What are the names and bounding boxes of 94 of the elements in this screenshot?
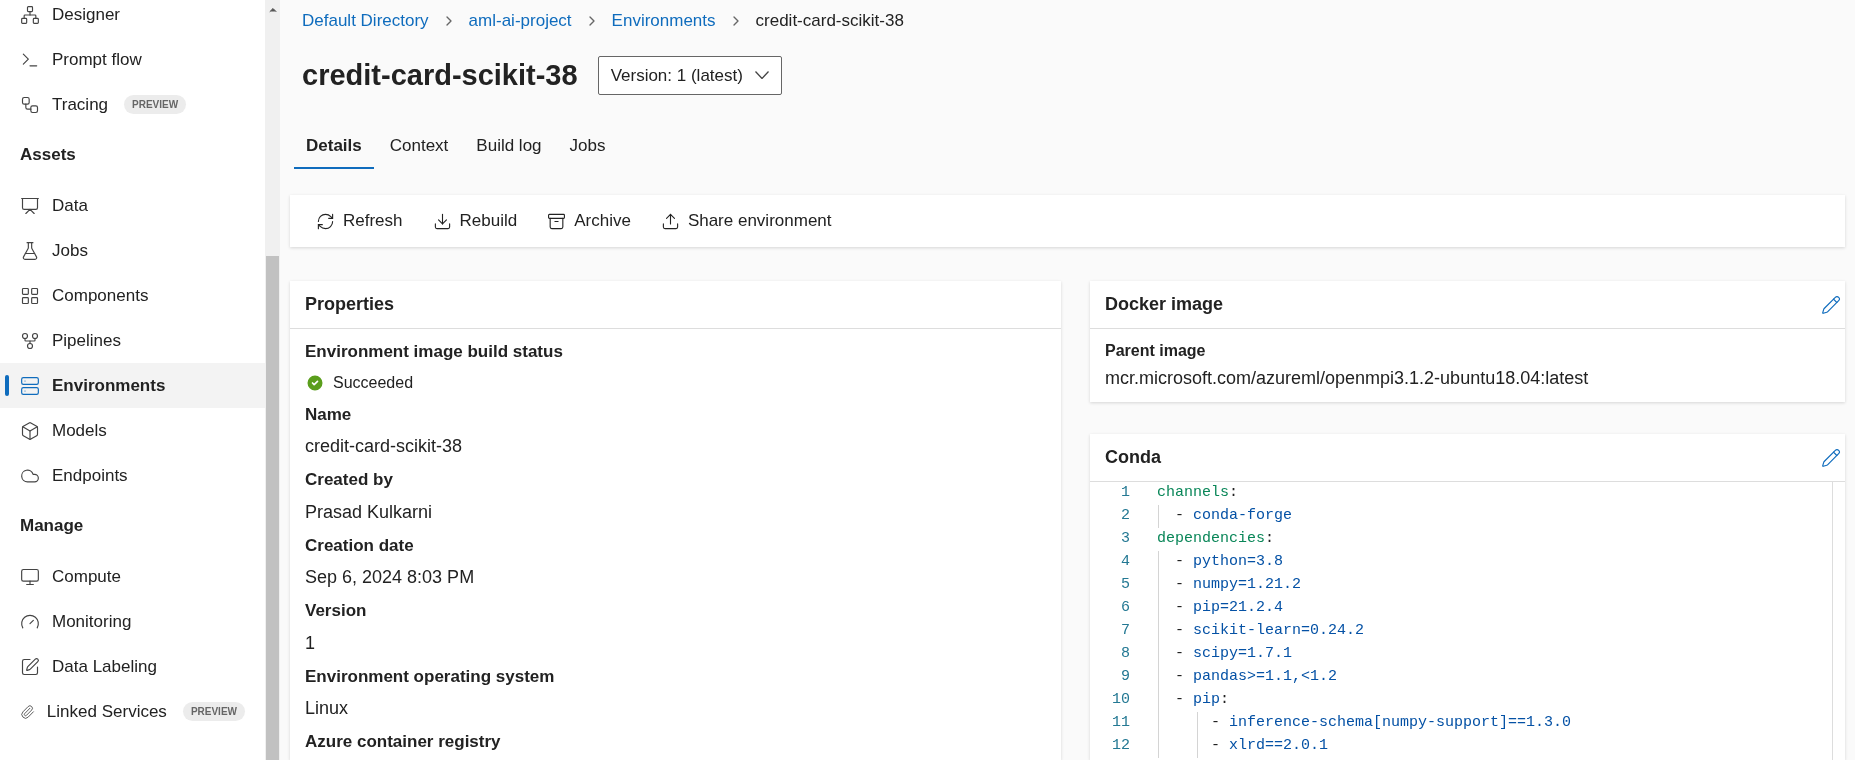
code-line: - numpy=1.21.2 <box>1174 575 1302 596</box>
tab[interactable]: Build log <box>464 125 554 169</box>
sidebar-item[interactable]: Models <box>0 408 265 453</box>
sidebar-item[interactable]: Monitoring <box>0 599 265 644</box>
download-icon <box>432 211 452 231</box>
sidebar-item[interactable]: Jobs <box>0 228 265 273</box>
line-number: 10 <box>1111 690 1130 711</box>
chevron-down-icon <box>754 71 769 80</box>
breadcrumb-link[interactable]: Environments <box>611 8 716 34</box>
sidebar-item[interactable]: Tracing PREVIEW <box>0 82 265 127</box>
server-icon <box>20 375 40 396</box>
line-number: 11 <box>1111 713 1130 734</box>
field-label: Environment image build status <box>305 341 564 363</box>
sidebar-item[interactable]: Designer <box>0 0 265 37</box>
toolbar-button[interactable]: Share environment <box>660 208 832 234</box>
refresh-icon <box>316 211 335 231</box>
code-line: - conda-forge <box>1174 506 1293 527</box>
code-line: - pandas>=1.1,<1.2 <box>1174 667 1338 688</box>
card-title: Properties <box>290 281 1061 329</box>
line-number: 4 <box>1120 552 1130 573</box>
tab[interactable]: Details <box>294 125 374 169</box>
sidebar-item[interactable]: Environments <box>0 363 265 408</box>
grid-icon <box>20 285 40 306</box>
field-label: Azure container registry <box>305 731 502 753</box>
code-line: - scikit-learn=0.24.2 <box>1174 621 1365 642</box>
field-value: mcr.microsoft.com/azureml/openmpi3.1.2-ubuntu18.04:latest <box>1105 367 1590 390</box>
code-line: - python=3.8 <box>1174 552 1284 573</box>
line-number: 1 <box>1120 483 1130 504</box>
tab[interactable]: Context <box>377 125 461 169</box>
line-number: 2 <box>1120 506 1130 527</box>
chart-board-icon <box>20 195 40 216</box>
flow-icon <box>20 94 40 115</box>
upload-icon <box>660 211 680 231</box>
success-icon <box>305 372 325 393</box>
field-value: credit-card-scikit-38 <box>305 435 464 458</box>
hierarchy-icon <box>20 4 40 25</box>
preview-badge: PREVIEW <box>182 702 245 721</box>
field-label: Creation date <box>305 534 415 557</box>
toolbar-button[interactable]: Refresh <box>316 208 403 234</box>
line-number: 5 <box>1120 575 1130 596</box>
section-heading: Manage <box>19 515 85 538</box>
edit-square-icon <box>20 656 40 677</box>
page-title: credit-card-scikit-38 <box>302 57 578 93</box>
version-dropdown[interactable]: Version: 1 (latest) <box>597 55 782 95</box>
field-label: Parent image <box>1105 341 1207 361</box>
breadcrumb-link[interactable]: aml-ai-project <box>468 8 572 34</box>
breadcrumb-current: credit-card-scikit-38 <box>755 10 904 32</box>
toolbar-button[interactable]: Archive <box>547 208 631 234</box>
toolbar-button[interactable]: Rebuild <box>432 208 518 234</box>
card-title: Conda <box>1105 446 1161 469</box>
monitor-icon <box>20 566 40 587</box>
flask-icon <box>20 240 40 261</box>
code-line: - pip=21.2.4 <box>1174 598 1284 619</box>
sidebar-item[interactable]: Data Labeling <box>0 644 265 689</box>
edit-icon[interactable] <box>1821 294 1841 315</box>
field-label: Version <box>305 600 368 622</box>
code-line: - inference-schema[numpy-support]==1.3.0 <box>1210 713 1572 734</box>
field-value: Linux <box>305 697 350 720</box>
line-number: 12 <box>1111 736 1130 757</box>
code-line: - scipy=1.7.1 <box>1174 644 1293 665</box>
selection-indicator <box>5 375 9 396</box>
breadcrumb-link[interactable]: Default Directory <box>302 8 429 34</box>
cube-icon <box>20 420 40 441</box>
section-heading: Assets <box>19 144 77 167</box>
sidebar-item[interactable]: Linked Services PREVIEW <box>0 689 265 734</box>
field-value: Sep 6, 2024 8:03 PM <box>305 566 476 589</box>
sidebar-item[interactable]: Data <box>0 183 265 228</box>
sidebar-item[interactable]: Endpoints <box>0 453 265 498</box>
sidebar-item[interactable]: Prompt flow <box>0 37 265 82</box>
sidebar-item[interactable]: Pipelines <box>0 318 265 363</box>
code-line: - pip: <box>1174 690 1230 711</box>
field-value: Prasad Kulkarni <box>305 500 434 524</box>
line-number: 6 <box>1120 598 1130 619</box>
tab[interactable]: Jobs <box>557 125 618 169</box>
code-line: - xlrd==2.0.1 <box>1210 736 1329 757</box>
line-number: 7 <box>1120 621 1130 642</box>
field-label: Created by <box>305 469 394 491</box>
line-number: 9 <box>1120 667 1130 688</box>
scrollbar[interactable] <box>265 0 280 760</box>
line-number: 3 <box>1120 529 1130 550</box>
sidebar-item[interactable]: Compute <box>0 554 265 599</box>
pipeline-icon <box>20 330 40 351</box>
code-line: channels: <box>1157 483 1239 504</box>
field-label: Name <box>305 403 353 426</box>
status-text: Succeeded <box>333 372 414 393</box>
preview-badge: PREVIEW <box>124 95 187 114</box>
archive-icon <box>547 211 567 231</box>
card-title: Docker image <box>1105 293 1224 316</box>
field-value: 1 <box>305 631 316 655</box>
line-number: 8 <box>1120 644 1130 665</box>
sidebar-item[interactable]: Components <box>0 273 265 318</box>
edit-icon[interactable] <box>1821 447 1841 468</box>
field-label: Environment operating system <box>305 665 556 688</box>
code-line: dependencies: <box>1157 529 1275 550</box>
